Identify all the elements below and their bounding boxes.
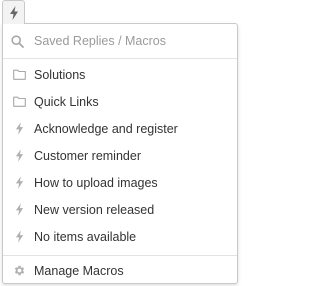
search-icon [11, 34, 25, 48]
folder-icon [12, 95, 26, 109]
list-item-label: Solutions [34, 67, 86, 82]
list-item-label: How to upload images [34, 175, 158, 190]
list-item-new-version-released[interactable]: New version released [3, 196, 237, 223]
list-item-label: Customer reminder [34, 148, 141, 163]
list-item-label: Quick Links [34, 94, 99, 109]
list-item-label: New version released [34, 202, 155, 217]
lightning-bolt-icon [12, 230, 26, 244]
macros-trigger-button[interactable] [2, 0, 25, 24]
gear-icon [12, 264, 26, 278]
search-bar [3, 24, 237, 59]
manage-macros-button[interactable]: Manage Macros [3, 256, 237, 285]
list-item-no-items-available[interactable]: No items available [3, 223, 237, 250]
list-item-how-to-upload-images[interactable]: How to upload images [3, 169, 237, 196]
lightning-bolt-icon [12, 122, 26, 136]
list-item-label: No items available [34, 229, 137, 244]
folder-icon [12, 68, 26, 82]
lightning-bolt-icon [9, 5, 18, 20]
lightning-bolt-icon [12, 149, 26, 163]
lightning-bolt-icon [12, 176, 26, 190]
search-input[interactable] [34, 34, 214, 48]
manage-macros-label: Manage Macros [34, 263, 124, 278]
lightning-bolt-icon [12, 203, 26, 217]
macros-dropdown-menu: Solutions Quick Links Acknowledge and re… [2, 23, 238, 284]
list-item-solutions[interactable]: Solutions [3, 61, 237, 88]
list-item-customer-reminder[interactable]: Customer reminder [3, 142, 237, 169]
list-item-quick-links[interactable]: Quick Links [3, 88, 237, 115]
macro-list: Solutions Quick Links Acknowledge and re… [3, 61, 237, 250]
list-item-label: Acknowledge and register [34, 121, 178, 136]
list-item-acknowledge-and-register[interactable]: Acknowledge and register [3, 115, 237, 142]
